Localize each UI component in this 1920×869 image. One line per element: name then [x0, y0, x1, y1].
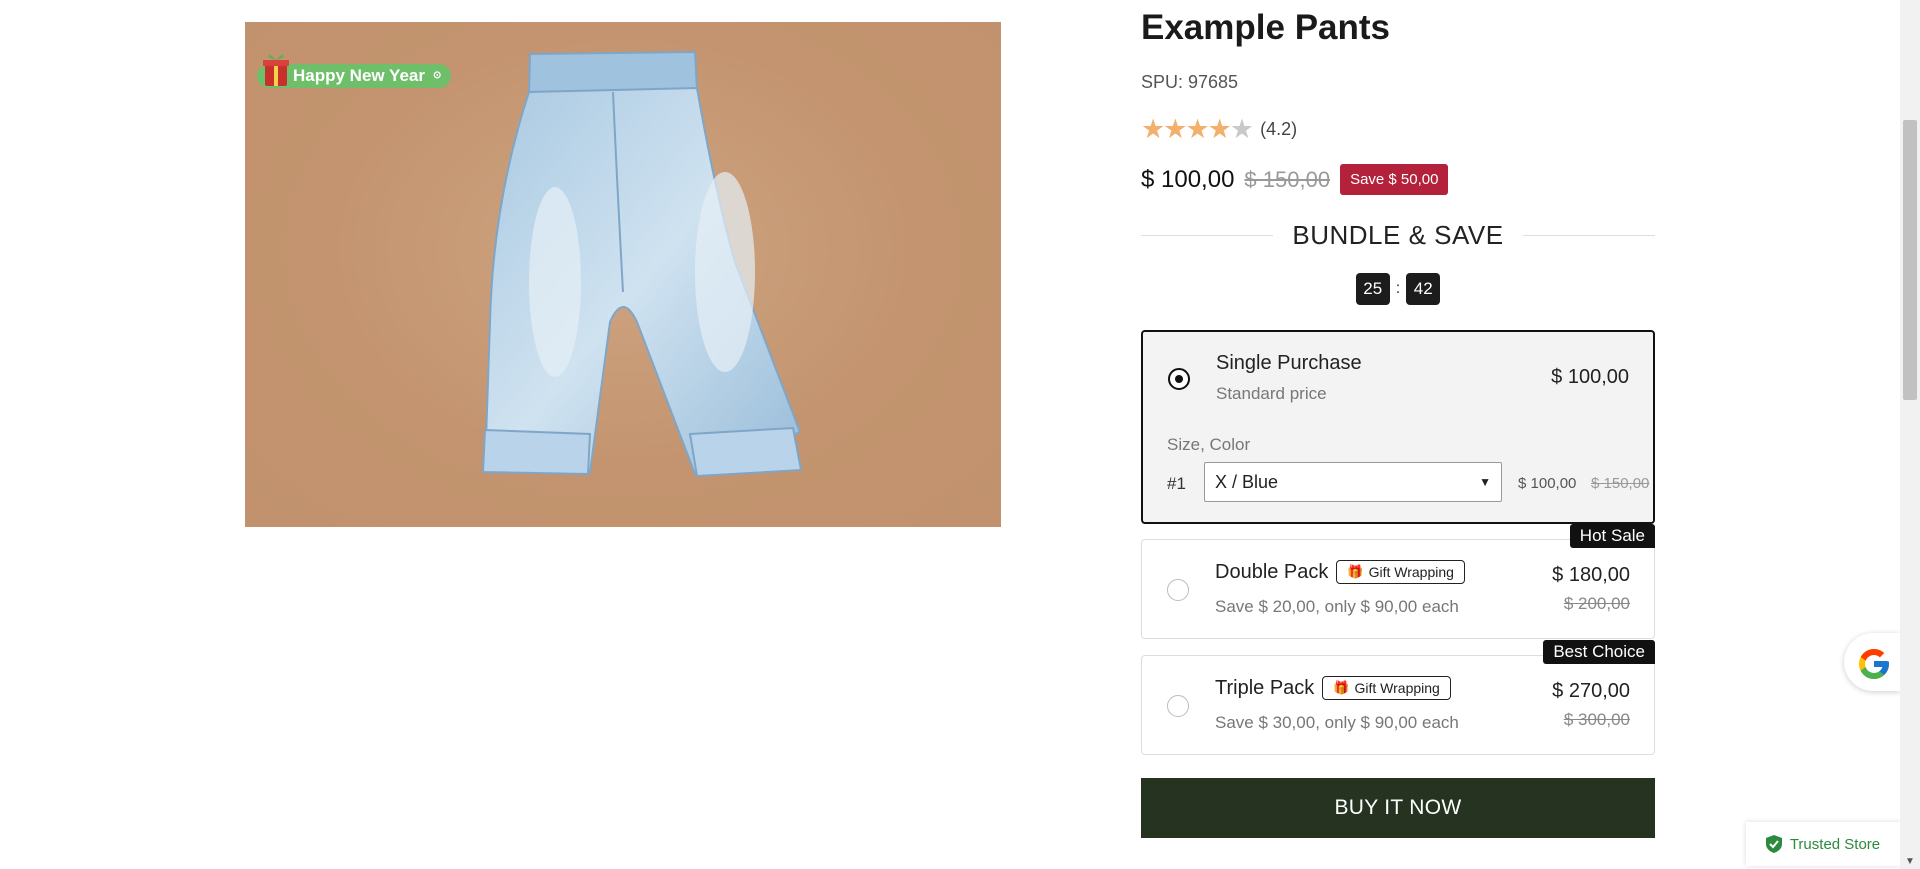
- current-price: $ 100,00: [1141, 165, 1235, 193]
- radio-unselected[interactable]: [1167, 579, 1189, 601]
- pants-illustration: [481, 50, 803, 478]
- product-image[interactable]: Happy New Year ⊙: [245, 22, 1001, 527]
- radio-unselected[interactable]: [1167, 695, 1189, 717]
- gift-wrapping-tag: 🎁 Gift Wrapping: [1336, 560, 1465, 584]
- bundle-heading: BUNDLE & SAVE: [1141, 220, 1655, 250]
- page-scrollbar[interactable]: ▼: [1900, 0, 1920, 869]
- chevron-down-icon: ▼: [1479, 475, 1491, 489]
- google-g-icon: [1859, 649, 1889, 679]
- option-subtitle: Standard price: [1216, 384, 1327, 403]
- gift-icon: 🎁: [1333, 680, 1350, 695]
- countdown-minutes: 25: [1355, 273, 1390, 305]
- option-name: Double Pack 🎁 Gift Wrapping: [1215, 560, 1465, 584]
- compare-price: $ 150,00: [1244, 166, 1331, 192]
- option-compare-price: $ 200,00: [1563, 594, 1630, 613]
- gift-icon: [263, 54, 289, 86]
- option-compare-price: $ 300,00: [1563, 710, 1630, 729]
- product-title: Example Pants: [1141, 8, 1390, 47]
- gift-wrapping-text: Gift Wrapping: [1368, 564, 1454, 580]
- variant-index: #1: [1167, 474, 1186, 493]
- scroll-thumb[interactable]: [1903, 120, 1917, 400]
- variant-price: $ 100,00: [1518, 475, 1577, 492]
- product-rating[interactable]: ★★★★★ (4.2): [1141, 115, 1297, 143]
- gift-icon: 🎁: [1347, 564, 1364, 579]
- bundle-option-double[interactable]: Hot Sale Double Pack 🎁 Gift Wrapping Sav…: [1141, 524, 1655, 639]
- gift-wrapping-text: Gift Wrapping: [1354, 680, 1440, 696]
- shield-check-icon: [1765, 835, 1782, 853]
- product-spu: SPU: 97685: [1141, 72, 1239, 92]
- bundle-option-triple[interactable]: Best Choice Triple Pack 🎁 Gift Wrapping …: [1141, 640, 1655, 755]
- scroll-down-arrow-icon[interactable]: ▼: [1905, 856, 1915, 867]
- bundle-option-single[interactable]: Single Purchase Standard price $ 100,00 …: [1141, 330, 1655, 524]
- promo-badge: Happy New Year ⊙: [257, 54, 452, 88]
- option-name-text: Single Purchase: [1216, 352, 1362, 374]
- divider: [1523, 235, 1655, 236]
- gift-wrapping-tag: 🎁 Gift Wrapping: [1322, 676, 1451, 700]
- trusted-store-badge[interactable]: Trusted Store: [1746, 822, 1900, 866]
- hot-sale-ribbon: Hot Sale: [1569, 524, 1655, 548]
- option-subtitle: Save $ 20,00, only $ 90,00 each: [1215, 597, 1459, 616]
- option-subtitle: Save $ 30,00, only $ 90,00 each: [1215, 713, 1459, 732]
- variant-select[interactable]: X / Blue ▼: [1204, 462, 1502, 502]
- option-name-text: Double Pack: [1215, 560, 1329, 583]
- option-price: $ 270,00: [1552, 680, 1630, 702]
- star-rating-icon: ★★★★★: [1141, 114, 1254, 144]
- option-price: $ 180,00: [1552, 564, 1630, 586]
- option-price: $ 100,00: [1551, 366, 1629, 388]
- promo-badge-text: Happy New Year: [293, 66, 425, 85]
- radio-selected[interactable]: [1168, 368, 1190, 390]
- option-name: Single Purchase: [1216, 352, 1362, 375]
- countdown-seconds: 42: [1406, 273, 1441, 305]
- buy-now-button[interactable]: BUY IT NOW: [1141, 778, 1655, 838]
- rating-value: (4.2): [1260, 118, 1298, 139]
- promo-badge-dot: ⊙: [432, 70, 442, 81]
- price-row: $ 100,00 $ 150,00 Save $ 50,00: [1141, 164, 1449, 195]
- countdown-timer: 25 : 42: [1141, 273, 1655, 305]
- option-name-text: Triple Pack: [1215, 676, 1315, 699]
- trusted-store-text: Trusted Store: [1789, 835, 1881, 853]
- variant-select-value: X / Blue: [1215, 471, 1279, 492]
- countdown-separator: :: [1395, 280, 1401, 297]
- google-reviews-badge[interactable]: [1844, 633, 1900, 691]
- option-name: Triple Pack 🎁 Gift Wrapping: [1215, 676, 1451, 700]
- variant-label: Size, Color: [1167, 435, 1251, 454]
- variant-compare-price: $ 150,00: [1591, 475, 1650, 492]
- best-choice-ribbon: Best Choice: [1543, 640, 1655, 664]
- save-badge: Save $ 50,00: [1340, 164, 1449, 195]
